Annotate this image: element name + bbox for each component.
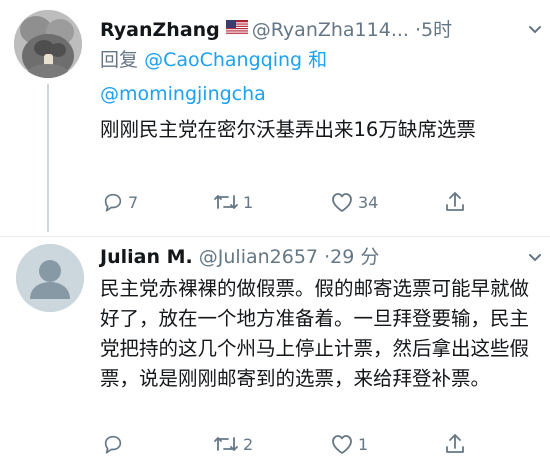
tweet-actions: 2 1 <box>100 430 540 458</box>
share-icon <box>446 434 464 453</box>
like-button[interactable]: 1 <box>330 430 368 458</box>
share-button[interactable] <box>444 188 466 216</box>
reply-icon <box>104 193 122 212</box>
reply-button[interactable]: 7 <box>102 188 138 216</box>
tweet-text: 刚刚民主党在密尔沃基弄出来16万缺席选票 <box>100 118 476 141</box>
like-icon <box>332 193 352 212</box>
retweet-button[interactable]: 2 <box>213 430 253 458</box>
retweet-count: 1 <box>243 192 254 212</box>
user-avatar[interactable] <box>16 244 84 312</box>
author-handle[interactable]: @RyanZha114... <box>252 19 409 41</box>
share-button[interactable] <box>444 430 466 458</box>
reply-and: 和 <box>308 49 328 71</box>
default-profile-icon <box>16 244 84 312</box>
tweet-timestamp[interactable]: 5时 <box>421 19 452 41</box>
share-icon <box>446 192 464 211</box>
retweet-count: 2 <box>243 434 254 454</box>
retweet-button[interactable]: 1 <box>213 188 253 216</box>
author-handle[interactable]: @Julian2657 <box>199 246 318 268</box>
author-name[interactable]: RyanZhang <box>100 19 220 41</box>
chevron-down-icon[interactable] <box>528 251 542 265</box>
tweet-1[interactable]: RyanZhang @RyanZha114... ·5时 回复 @CaoChang… <box>0 0 550 236</box>
like-count: 34 <box>358 192 379 212</box>
tweet-2[interactable]: Julian M. @Julian2657 ·29 分 民主党赤裸裸的做假票。假… <box>0 237 550 463</box>
thread-connector-line <box>47 84 49 232</box>
replying-to-line-2: @momingjingcha <box>100 81 266 107</box>
reply-icon <box>104 435 122 454</box>
reply-button[interactable] <box>102 430 128 458</box>
reply-count: 7 <box>128 192 139 212</box>
retweet-icon <box>214 437 238 451</box>
mention-link[interactable]: @momingjingcha <box>100 83 266 105</box>
user-avatar[interactable] <box>14 10 82 78</box>
tweet-header: RyanZhang @RyanZha114... ·5时 <box>100 17 452 44</box>
author-name[interactable]: Julian M. <box>100 246 193 268</box>
retweet-icon <box>214 195 238 209</box>
tweet-timestamp[interactable]: 29 分 <box>330 246 379 268</box>
cat-photo-avatar <box>14 10 82 78</box>
tweet-actions: 7 1 34 <box>100 188 540 216</box>
us-flag-icon <box>225 17 248 41</box>
replying-to: 回复 @CaoChangqing 和 <box>100 47 327 73</box>
tweet-header: Julian M. @Julian2657 ·29 分 <box>100 245 379 269</box>
like-icon <box>332 435 352 454</box>
tweet-text: 民主党赤裸裸的做假票。假的邮寄选票可能早就做好了，放在一个地方准备着。一旦拜登要… <box>100 277 530 390</box>
like-button[interactable]: 34 <box>330 188 378 216</box>
reply-prefix: 回复 <box>100 49 139 71</box>
like-count: 1 <box>358 434 369 454</box>
mention-link[interactable]: @CaoChangqing <box>144 49 302 71</box>
chevron-down-icon[interactable] <box>528 23 542 37</box>
